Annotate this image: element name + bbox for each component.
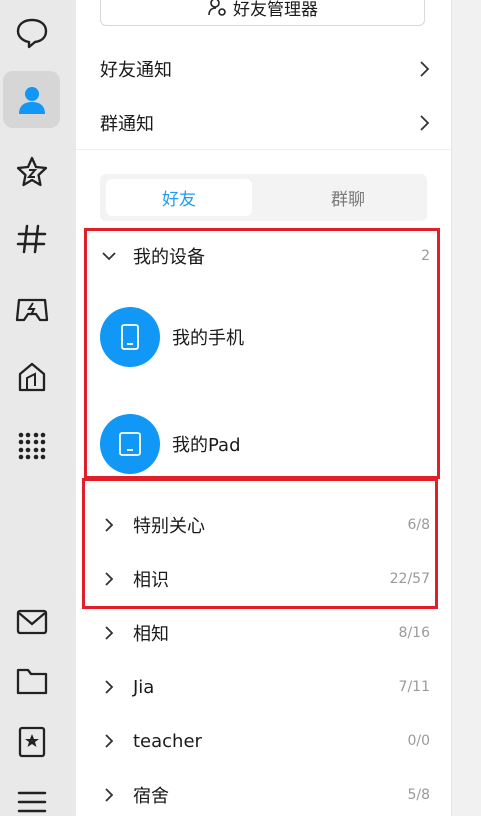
contacts-panel: 好友管理器 好友通知 群通知 好友 群聊 我的设备 2 我的手机 我的Pad 特…	[76, 0, 451, 816]
tab-groups[interactable]: 群聊	[275, 179, 421, 216]
friend-manager-button[interactable]: 好友管理器	[100, 0, 425, 26]
device-name: 我的Pad	[172, 435, 241, 456]
chevron-right-icon	[100, 516, 118, 534]
group-count: 8/16	[398, 625, 430, 641]
group-count: 6/8	[407, 517, 430, 533]
group-name: 相知	[133, 624, 169, 645]
group-count: 22/57	[389, 571, 430, 587]
group-name: 特别关心	[133, 516, 205, 537]
group-name: Jia	[133, 676, 155, 698]
chevron-right-icon	[100, 678, 118, 696]
phone-icon	[100, 307, 160, 367]
group-name: 我的设备	[133, 247, 205, 268]
chevron-right-icon	[100, 732, 118, 750]
device-item-phone[interactable]: 我的手机	[100, 306, 430, 368]
device-item-pad[interactable]: 我的Pad	[100, 413, 430, 475]
group-row[interactable]: 宿舍 5/8	[100, 775, 430, 815]
group-count: 2	[421, 248, 430, 264]
group-notice-label: 群通知	[100, 114, 154, 135]
contact-tabs: 好友 群聊	[100, 174, 427, 221]
chevron-right-icon	[420, 115, 430, 131]
tab-friends[interactable]: 好友	[106, 179, 252, 216]
group-row[interactable]: teacher 0/0	[100, 721, 430, 761]
shop-icon[interactable]	[3, 348, 60, 405]
folder-icon[interactable]	[3, 652, 60, 709]
channel-icon[interactable]	[3, 210, 60, 267]
message-icon[interactable]	[3, 4, 60, 61]
group-header-devices[interactable]: 我的设备 2	[100, 236, 430, 276]
group-count: 0/0	[407, 733, 430, 749]
friend-notice-label: 好友通知	[100, 60, 172, 81]
group-notice-row[interactable]: 群通知	[100, 103, 430, 143]
group-row[interactable]: Jia 7/11	[100, 667, 430, 707]
friend-notice-row[interactable]: 好友通知	[100, 49, 430, 89]
chevron-right-icon	[100, 786, 118, 804]
sidebar	[0, 0, 76, 816]
chevron-down-icon	[100, 247, 118, 265]
menu-icon[interactable]	[3, 773, 60, 830]
mail-icon[interactable]	[3, 593, 60, 650]
group-count: 7/11	[398, 679, 430, 695]
bookmark-icon[interactable]	[3, 713, 60, 770]
divider	[76, 149, 451, 150]
friend-manager-icon	[208, 0, 226, 16]
group-name: 宿舍	[133, 786, 169, 807]
apps-grid-icon[interactable]	[3, 417, 60, 474]
group-name: 相识	[133, 570, 169, 591]
device-name: 我的手机	[172, 328, 244, 349]
right-panel-edge	[451, 0, 481, 816]
game-icon[interactable]	[3, 280, 60, 337]
group-name: teacher	[133, 730, 202, 752]
group-row[interactable]: 特别关心 6/8	[100, 505, 430, 545]
group-row[interactable]: 相识 22/57	[100, 559, 430, 599]
group-row[interactable]: 相知 8/16	[100, 613, 430, 653]
tablet-icon	[100, 414, 160, 474]
chevron-right-icon	[100, 570, 118, 588]
contacts-icon[interactable]	[3, 71, 60, 128]
chevron-right-icon	[420, 61, 430, 77]
friend-manager-label: 好友管理器	[233, 0, 318, 20]
chevron-right-icon	[100, 624, 118, 642]
group-count: 5/8	[407, 787, 430, 803]
star-icon[interactable]	[3, 143, 60, 200]
